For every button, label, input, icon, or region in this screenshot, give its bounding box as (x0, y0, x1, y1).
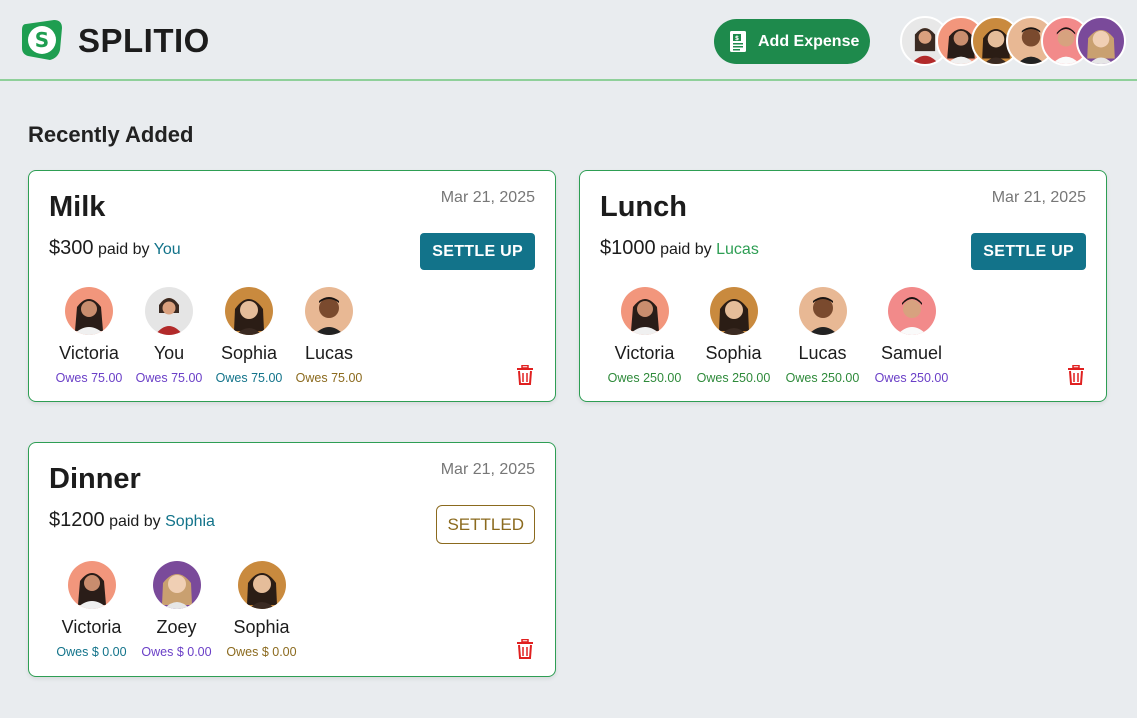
expense-amount-line: $1000 paid by Lucas (600, 237, 759, 260)
expense-title: Lunch (600, 191, 687, 223)
add-expense-button[interactable]: $ Add Expense (714, 19, 870, 64)
avatar (709, 287, 758, 335)
expense-title: Dinner (49, 463, 141, 495)
member-item: Zoey Owes $ 0.00 (134, 561, 219, 659)
avatar (620, 287, 669, 335)
avatar (145, 287, 193, 335)
person-icon (73, 299, 105, 335)
member-name: Lucas (304, 343, 354, 363)
member-item: Samuel Owes 250.00 (867, 287, 956, 385)
splitio-logo-icon[interactable]: S (20, 18, 64, 62)
member-owes: Owes $ 0.00 (56, 645, 127, 659)
member-item: Victoria Owes 75.00 (49, 287, 129, 385)
avatar[interactable] (1076, 16, 1126, 66)
expense-title: Milk (49, 191, 106, 223)
person-icon (1087, 29, 1115, 64)
member-owes: Owes 250.00 (696, 371, 771, 385)
member-name: Sophia (220, 343, 278, 363)
delete-trash-icon[interactable] (1067, 365, 1085, 385)
member-name: Lucas (798, 343, 847, 363)
member-item: Sophia Owes $ 0.00 (219, 561, 304, 659)
settle-up-button[interactable]: SETTLE UP (971, 233, 1086, 270)
member-name: Sophia (705, 343, 762, 363)
receipt-icon: $ (730, 30, 746, 52)
expense-card: Milk Mar 21, 2025 $300 paid by You SETTL… (28, 170, 556, 402)
expense-date: Mar 21, 2025 (440, 461, 535, 478)
person-icon (75, 573, 108, 609)
expense-amount: $300 (49, 237, 94, 259)
person-icon (155, 298, 183, 335)
member-item: Victoria Owes $ 0.00 (49, 561, 134, 659)
expense-card: Lunch Mar 21, 2025 $1000 paid by Lucas S… (579, 170, 1107, 402)
person-icon (314, 297, 344, 335)
member-owes: Owes 75.00 (55, 371, 123, 385)
settle-up-button[interactable]: SETTLE UP (420, 233, 535, 270)
person-icon (807, 297, 838, 335)
member-name: Samuel (880, 343, 943, 363)
payer-name: Sophia (165, 513, 215, 530)
person-icon (718, 299, 749, 335)
paid-by-text: paid by (109, 513, 161, 530)
avatar (67, 561, 116, 609)
avatar (65, 287, 113, 335)
member-item: Lucas Owes 75.00 (289, 287, 369, 385)
expense-card: Dinner Mar 21, 2025 $1200 paid by Sophia… (28, 442, 556, 677)
member-owes: Owes $ 0.00 (141, 645, 212, 659)
member-item: Victoria Owes 250.00 (600, 287, 689, 385)
member-owes: Owes 75.00 (215, 371, 283, 385)
person-icon (161, 574, 192, 609)
member-owes: Owes 250.00 (607, 371, 682, 385)
member-owes: Owes 75.00 (135, 371, 203, 385)
member-name: You (153, 343, 185, 363)
payer-name: You (153, 241, 181, 258)
avatar (305, 287, 353, 335)
avatar (887, 287, 936, 335)
member-owes: Owes 75.00 (295, 371, 363, 385)
avatar (225, 287, 273, 335)
svg-text:$: $ (735, 35, 739, 42)
paid-by-text: paid by (660, 241, 712, 258)
add-expense-label: Add Expense (758, 32, 860, 50)
member-name: Victoria (61, 617, 122, 637)
expense-amount: $1200 (49, 509, 105, 531)
member-item: Sophia Owes 250.00 (689, 287, 778, 385)
person-icon (246, 573, 277, 609)
brand-name: SPLITIO (78, 22, 210, 59)
member-name: Sophia (233, 617, 290, 637)
member-owes: Owes $ 0.00 (226, 645, 297, 659)
avatar (798, 287, 847, 335)
member-owes: Owes 250.00 (874, 371, 949, 385)
group-members-avatars[interactable] (900, 16, 1126, 66)
paid-by-text: paid by (97, 241, 150, 258)
member-owes: Owes 250.00 (785, 371, 860, 385)
member-item: Sophia Owes 75.00 (209, 287, 289, 385)
delete-trash-icon[interactable] (516, 639, 534, 659)
member-name: Zoey (156, 617, 197, 637)
avatar (152, 561, 201, 609)
expense-date: Mar 21, 2025 (440, 189, 535, 206)
person-icon (628, 299, 661, 335)
avatar (237, 561, 286, 609)
section-title: Recently Added (28, 122, 194, 147)
expense-date: Mar 21, 2025 (991, 189, 1086, 206)
svg-text:S: S (35, 28, 49, 52)
expense-amount: $1000 (600, 237, 656, 259)
member-name: Victoria (59, 343, 119, 363)
person-icon (896, 297, 927, 335)
member-item: You Owes 75.00 (129, 287, 209, 385)
settled-badge: SETTLED (436, 505, 535, 544)
member-item: Lucas Owes 250.00 (778, 287, 867, 385)
delete-trash-icon[interactable] (516, 365, 534, 385)
expense-amount-line: $1200 paid by Sophia (49, 509, 215, 532)
payer-name: Lucas (716, 241, 759, 258)
member-name: Victoria (614, 343, 675, 363)
person-icon (234, 299, 264, 335)
expense-amount-line: $300 paid by You (49, 237, 181, 260)
app-header: S SPLITIO $ Add Expense (0, 0, 1137, 81)
